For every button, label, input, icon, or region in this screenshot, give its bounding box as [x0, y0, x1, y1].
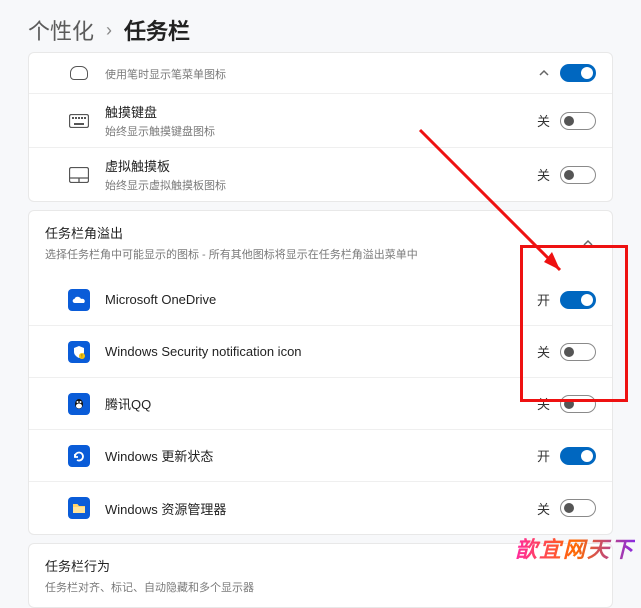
taskbar-overflow-panel: 任务栏角溢出 选择任务栏角中可能显示的图标 - 所有其他图标将显示在任务栏角溢出…	[28, 210, 613, 535]
update-icon	[67, 444, 91, 468]
taskbar-corner-icons-panel: 使用笔时显示笔菜单图标 触摸键盘 始终显示触摸键盘图标 关 虚拟触摸板 始终显示…	[28, 52, 613, 202]
watermark-text: 歆宜网天下	[515, 532, 635, 564]
setting-title: 虚拟触摸板	[105, 156, 537, 175]
overflow-row-onedrive: Microsoft OneDrive 开	[29, 274, 612, 326]
toggle-state-label: 关	[537, 165, 550, 184]
touchpad-icon	[67, 163, 91, 187]
onedrive-icon	[67, 288, 91, 312]
toggle-update[interactable]	[560, 447, 596, 465]
setting-subtitle: 始终显示触摸键盘图标	[105, 123, 537, 139]
overflow-row-security: ! Windows Security notification icon 关	[29, 326, 612, 378]
setting-title: 触摸键盘	[105, 102, 537, 121]
toggle-state-label: 关	[537, 499, 550, 518]
explorer-icon	[67, 496, 91, 520]
overflow-section-header[interactable]: 任务栏角溢出 选择任务栏角中可能显示的图标 - 所有其他图标将显示在任务栏角溢出…	[29, 211, 612, 274]
app-label: 腾讯QQ	[105, 394, 537, 413]
svg-text:!: !	[81, 354, 82, 359]
setting-subtitle: 使用笔时显示笔菜单图标	[105, 66, 536, 82]
toggle-touch-keyboard[interactable]	[560, 112, 596, 130]
toggle-security[interactable]	[560, 343, 596, 361]
toggle-virtual-touchpad[interactable]	[560, 166, 596, 184]
keyboard-icon	[67, 109, 91, 133]
section-title: 任务栏角溢出	[45, 223, 580, 242]
pen-icon	[67, 61, 91, 85]
breadcrumb-parent[interactable]: 个性化	[28, 14, 94, 46]
setting-row-pen-menu: 使用笔时显示笔菜单图标	[29, 53, 612, 94]
toggle-state-label: 关	[537, 394, 550, 413]
app-label: Windows 资源管理器	[105, 499, 537, 518]
toggle-state-label: 开	[537, 446, 550, 465]
toggle-pen-menu[interactable]	[560, 64, 596, 82]
toggle-explorer[interactable]	[560, 499, 596, 517]
toggle-state-label: 开	[537, 290, 550, 309]
section-title: 任务栏行为	[45, 556, 596, 575]
toggle-onedrive[interactable]	[560, 291, 596, 309]
setting-row-touch-keyboard: 触摸键盘 始终显示触摸键盘图标 关	[29, 94, 612, 148]
setting-subtitle: 始终显示虚拟触摸板图标	[105, 177, 537, 193]
section-subtitle: 选择任务栏角中可能显示的图标 - 所有其他图标将显示在任务栏角溢出菜单中	[45, 246, 580, 262]
app-label: Windows Security notification icon	[105, 344, 537, 359]
qq-icon	[67, 392, 91, 416]
chevron-up-icon[interactable]	[580, 235, 596, 251]
security-icon: !	[67, 340, 91, 364]
app-label: Microsoft OneDrive	[105, 292, 537, 307]
app-label: Windows 更新状态	[105, 446, 537, 465]
breadcrumb-current: 任务栏	[124, 14, 190, 46]
chevron-up-icon[interactable]	[536, 65, 552, 81]
toggle-qq[interactable]	[560, 395, 596, 413]
setting-row-virtual-touchpad: 虚拟触摸板 始终显示虚拟触摸板图标 关	[29, 148, 612, 201]
overflow-row-explorer: Windows 资源管理器 关	[29, 482, 612, 534]
toggle-state-label: 关	[537, 342, 550, 361]
toggle-state-label: 关	[537, 111, 550, 130]
section-subtitle: 任务栏对齐、标记、自动隐藏和多个显示器	[45, 579, 596, 595]
overflow-row-update: Windows 更新状态 开	[29, 430, 612, 482]
chevron-right-icon: ›	[106, 20, 112, 41]
overflow-row-qq: 腾讯QQ 关	[29, 378, 612, 430]
